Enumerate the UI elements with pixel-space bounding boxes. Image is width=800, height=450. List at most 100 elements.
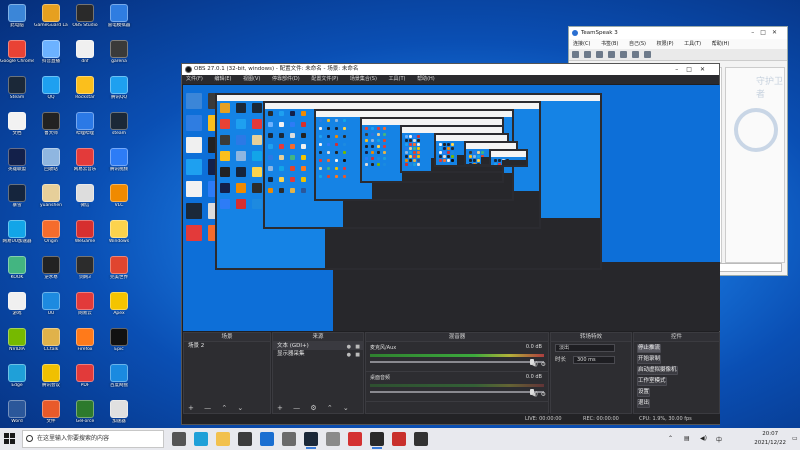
- desktop-icon[interactable]: 雷电模拟器: [102, 2, 136, 40]
- source-item[interactable]: 显示器采集 ● ■: [273, 350, 363, 358]
- explorer-icon[interactable]: [216, 432, 230, 446]
- desktop-icon[interactable]: 文档: [0, 110, 34, 148]
- obs-icon[interactable]: [370, 432, 384, 449]
- desktop-icon[interactable]: VLC: [102, 182, 136, 220]
- sources-toolbar[interactable]: + — ⚙ ⌃ ⌄: [273, 403, 363, 413]
- network-icon[interactable]: ▤: [684, 435, 690, 442]
- desktop-icon[interactable]: 腾讯会议: [34, 362, 68, 400]
- desktop-icon[interactable]: 哔哩哔哩: [68, 110, 102, 148]
- away-icon[interactable]: [620, 51, 627, 58]
- store-icon[interactable]: [238, 432, 252, 446]
- volume-slider[interactable]: [370, 359, 544, 365]
- app12-icon[interactable]: [414, 432, 428, 446]
- desktop-icon[interactable]: 英雄联盟: [0, 146, 34, 184]
- volume-icon[interactable]: ◀): [700, 435, 707, 442]
- desktop-icon[interactable]: KOOK: [0, 254, 34, 292]
- exit-button[interactable]: 退出: [637, 399, 651, 408]
- desktop-icon[interactable]: UU: [34, 290, 68, 328]
- desktop-icon[interactable]: 剑网3: [68, 254, 102, 292]
- desktop-icon[interactable]: Steam: [0, 74, 34, 112]
- desktop-icon[interactable]: QQ: [34, 74, 68, 112]
- obs-menu-file[interactable]: 文件(F): [186, 76, 203, 82]
- desktop-icon[interactable]: PDF: [68, 362, 102, 400]
- desktop-icon[interactable]: NVIDIA: [0, 326, 34, 364]
- desktop-icon[interactable]: 腾讯视频: [102, 146, 136, 184]
- desktop-icon[interactable]: Epic: [102, 326, 136, 364]
- gear-icon[interactable]: ⚙: [541, 391, 546, 398]
- desktop-icon[interactable]: 回收站: [34, 146, 68, 184]
- teamspeak-titlebar[interactable]: TeamSpeak 3 –□✕: [569, 27, 787, 39]
- mic-icon[interactable]: [596, 51, 603, 58]
- connect-icon[interactable]: [572, 51, 579, 58]
- ts-menu-item[interactable]: 权限(P): [657, 41, 674, 47]
- desktop-icon[interactable]: 完美世界: [102, 254, 136, 292]
- desktop-icon[interactable]: 网易UU加速器: [0, 218, 34, 256]
- taskbar-search-box[interactable]: 在这里输入你要搜索的内容: [22, 430, 164, 448]
- desktop-icon[interactable]: dnf: [68, 38, 102, 76]
- obs-window[interactable]: OBS 27.0.1 (32-bit, windows) - 配置文件: 未命名…: [181, 63, 720, 425]
- window-controls[interactable]: –□✕: [675, 64, 713, 75]
- studio-mode-button[interactable]: 工作室模式: [637, 377, 667, 386]
- desktop-icon[interactable]: 逆水寒: [34, 254, 68, 292]
- source-item[interactable]: 文本 (GDI+) ● ■: [273, 342, 363, 350]
- lock-icon[interactable]: ■: [355, 351, 360, 359]
- desktop-icon[interactable]: 游戏: [0, 290, 34, 328]
- mail-icon[interactable]: [260, 432, 274, 446]
- desktop-icon[interactable]: WeGame: [68, 218, 102, 256]
- user-icon[interactable]: [644, 51, 651, 58]
- obs-titlebar[interactable]: OBS 27.0.1 (32-bit, windows) - 配置文件: 未命名…: [182, 64, 719, 75]
- desktop-icon[interactable]: Origin: [34, 218, 68, 256]
- notification-icon[interactable]: ▭: [792, 435, 798, 442]
- obs-menu-scene-collection[interactable]: 场景集合(S): [350, 76, 377, 82]
- desktop-icon[interactable]: yuanshen: [34, 182, 68, 220]
- obs-menu-help[interactable]: 帮助(H): [417, 76, 435, 82]
- transition-type-select[interactable]: 淡出: [555, 344, 615, 352]
- scenes-toolbar[interactable]: + — ⌃ ⌄: [184, 403, 270, 413]
- desktop-icon[interactable]: Rockstar: [68, 74, 102, 112]
- duration-input[interactable]: 300 ms: [573, 356, 615, 364]
- window-controls[interactable]: –□✕: [751, 27, 783, 39]
- desktop-icon[interactable]: 百度网盘: [102, 362, 136, 400]
- desktop-icon[interactable]: 网易云: [68, 290, 102, 328]
- desktop-icon[interactable]: Firefox: [68, 326, 102, 364]
- ts-menu-item[interactable]: 书签(B): [601, 41, 618, 47]
- desktop-icon[interactable]: garena: [102, 38, 136, 76]
- chevron-up-icon[interactable]: ⌃: [668, 435, 673, 442]
- settings-button[interactable]: 设置: [637, 388, 651, 397]
- obs-preview-canvas[interactable]: [183, 85, 720, 331]
- ts-menu-item[interactable]: 自己(S): [629, 41, 646, 47]
- stop-streaming-button[interactable]: 停止推流: [637, 344, 662, 353]
- obs-menu-docks[interactable]: 停靠部件(D): [272, 76, 300, 82]
- clock[interactable]: 20:07 2021/12/22: [754, 430, 786, 448]
- start-button[interactable]: [4, 433, 16, 445]
- desktop-icon[interactable]: GameGuard Launcher: [34, 2, 68, 40]
- desktop-icon[interactable]: steam: [102, 110, 136, 148]
- desktop-icon[interactable]: 鲁大师: [34, 110, 68, 148]
- desktop-icon[interactable]: 网易云音乐: [68, 146, 102, 184]
- ts-menu-item[interactable]: 帮助(H): [712, 41, 730, 47]
- desktop-icon[interactable]: Edge: [0, 362, 34, 400]
- ime-icon[interactable]: 中: [716, 435, 722, 444]
- desktop-icon[interactable]: Google Chrome: [0, 38, 34, 76]
- speaker-icon[interactable]: ◀): [531, 391, 538, 398]
- obs-menu-profile[interactable]: 配置文件(P): [311, 76, 338, 82]
- desktop-icon[interactable]: Windows: [102, 218, 136, 256]
- desktop-icon[interactable]: OBS Studio: [68, 2, 102, 40]
- app8-icon[interactable]: [326, 432, 340, 446]
- desktop-icon[interactable]: 此电脑: [0, 2, 34, 40]
- scene-item[interactable]: 场景 2: [184, 342, 270, 350]
- task-view-icon[interactable]: [172, 432, 186, 446]
- start-recording-button[interactable]: 开始录制: [637, 355, 662, 364]
- virtual-camera-button[interactable]: 启动虚拟摄像机: [637, 366, 678, 375]
- obs-menu-tools[interactable]: 工具(T): [389, 76, 406, 82]
- speaker-icon[interactable]: [608, 51, 615, 58]
- desktop-icon[interactable]: 暴雪: [0, 182, 34, 220]
- ts-menu-item[interactable]: 工具(T): [684, 41, 701, 47]
- settings-icon[interactable]: [632, 51, 639, 58]
- app9-icon[interactable]: [348, 432, 362, 446]
- bookmark-icon[interactable]: [584, 51, 591, 58]
- volume-slider[interactable]: [370, 389, 544, 395]
- obs-menu-edit[interactable]: 编辑(E): [214, 76, 231, 82]
- obs-menu-view[interactable]: 视图(V): [243, 76, 260, 82]
- desktop-icon[interactable]: 抖音直播: [34, 38, 68, 76]
